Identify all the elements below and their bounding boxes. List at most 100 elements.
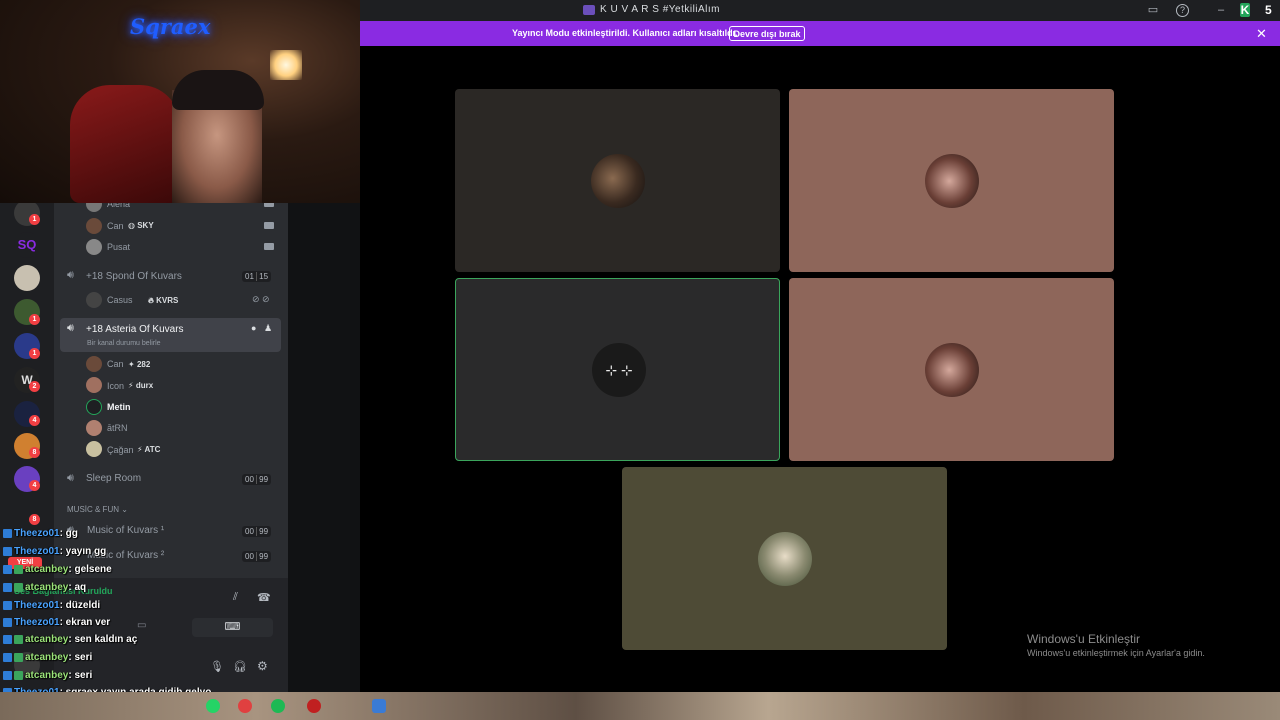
badge-icon	[14, 670, 23, 680]
participant-avatar	[925, 154, 979, 208]
k-icon[interactable]: K	[1240, 3, 1250, 17]
chat-icon[interactable]: ●	[251, 323, 256, 333]
user-avatar	[86, 292, 102, 308]
badge-icon	[3, 652, 12, 662]
disable-streamer-mode-button[interactable]: Devre dışı bırak	[729, 26, 805, 41]
voice-user-name[interactable]: Pusat	[107, 242, 130, 252]
user-avatar-speaking	[86, 399, 102, 415]
server-icon[interactable]	[14, 265, 40, 291]
user-tag-text: ATC	[144, 445, 161, 454]
activity-button[interactable]: ⌨	[192, 618, 273, 637]
speaker-icon: 🔊︎	[67, 472, 74, 484]
video-icon	[264, 222, 274, 229]
title-bar	[360, 0, 1280, 21]
disconnect-icon[interactable]: ☎	[257, 591, 271, 604]
chat-text: : seri	[68, 670, 93, 681]
chat-username: atcanbey	[25, 652, 69, 663]
participant-tile[interactable]	[789, 278, 1114, 461]
badge-icon	[14, 634, 23, 644]
count-current: 01	[245, 272, 254, 281]
badge-icon	[3, 670, 12, 680]
participant-tile[interactable]	[455, 89, 780, 272]
app-icon[interactable]	[307, 699, 321, 713]
chat-message: Theezo01: ekran ver	[3, 617, 110, 628]
chat-text: : düzeldi	[59, 600, 101, 611]
voice-user-name[interactable]: Casus	[107, 295, 133, 305]
chat-username: atcanbey	[25, 564, 69, 575]
mention-badge: 1	[29, 314, 40, 325]
chat-username: Theezo01	[14, 600, 60, 611]
voice-channel-sleep[interactable]: Sleep Room	[86, 473, 141, 484]
channel-count: 00 99	[242, 551, 272, 562]
voice-user-name[interactable]: Metin	[107, 402, 131, 412]
voice-user-name[interactable]: Icon	[107, 381, 124, 391]
voice-channel-asteria[interactable]: +18 Asteria Of Kuvars	[86, 324, 184, 335]
badge-icon	[3, 600, 12, 610]
windows-activation-title: Windows'u Etkinleştir	[1027, 632, 1140, 646]
chat-message: atcanbey: seri	[3, 670, 92, 681]
screen-share-icon[interactable]: ▭	[137, 620, 146, 631]
speaker-icon: 🔊︎	[67, 269, 74, 281]
chat-text: : gg	[59, 528, 78, 539]
voice-channel-music1[interactable]: Music of Kuvars ¹	[87, 525, 164, 536]
user-avatar	[86, 239, 102, 255]
count-limit: 15	[256, 272, 269, 281]
lamp	[270, 50, 302, 80]
participant-tile-speaking[interactable]: ⊹ ⊹	[455, 278, 780, 461]
chat-username: atcanbey	[25, 670, 69, 681]
voice-user-name[interactable]: Can	[107, 221, 124, 231]
mention-badge: 4	[29, 480, 40, 491]
chat-message: atcanbey: aq	[3, 582, 86, 593]
count-current: 00	[245, 475, 254, 484]
spotify-icon[interactable]	[271, 699, 285, 713]
noise-suppression-icon[interactable]: ⫽	[233, 591, 238, 604]
opera-icon[interactable]	[238, 699, 252, 713]
whatsapp-icon[interactable]	[206, 699, 220, 713]
chat-username: atcanbey	[25, 582, 69, 593]
speaker-icon: 🔊︎	[67, 322, 74, 334]
category-music[interactable]: MUSİC & FUN ⌄	[67, 505, 128, 514]
user-tag-text: KVRS	[156, 296, 179, 305]
server-icon[interactable]: SQ	[14, 232, 40, 258]
voice-channel-spond[interactable]: +18 Spond Of Kuvars	[86, 271, 182, 282]
taskbar	[0, 692, 1280, 720]
headphones-icon[interactable]: 🎧︎	[233, 660, 247, 673]
user-avatar	[86, 441, 102, 457]
chat-username: Theezo01	[14, 546, 60, 557]
voice-user-name[interactable]: ātRN	[107, 423, 128, 433]
invite-icon[interactable]: ♟	[264, 323, 272, 334]
minimize-icon[interactable]: –	[1214, 3, 1228, 17]
help-icon[interactable]: ?	[1176, 4, 1189, 17]
windows-activation-subtitle: Windows'u etkinleştirmek için Ayarlar'a …	[1027, 648, 1205, 658]
mention-badge: 1	[29, 348, 40, 359]
settings-gear-icon[interactable]: ⚙	[257, 659, 268, 673]
user-tag: ✦ 282	[128, 360, 151, 369]
category-label: MUSİC & FUN	[67, 505, 119, 514]
chat-text: : sen kaldın aç	[68, 634, 138, 645]
app-icon[interactable]	[372, 699, 386, 713]
chat-username: atcanbey	[25, 634, 69, 645]
user-tag: ◍ SKY	[128, 221, 154, 230]
participant-tile[interactable]	[789, 89, 1114, 272]
window-title: K U V A R S #YetkiliAlım	[600, 4, 721, 15]
participant-tile[interactable]	[622, 467, 947, 650]
channel-status[interactable]: Bir kanal durumu belirle	[87, 340, 161, 347]
user-tag-text: SKY	[137, 221, 154, 230]
gaming-chair	[70, 85, 180, 203]
mention-badge: 8	[29, 514, 40, 525]
voice-user-name[interactable]: Can	[107, 359, 124, 369]
chat-username: Theezo01	[14, 528, 60, 539]
close-banner-icon[interactable]: ✕	[1256, 26, 1267, 42]
chat-message: Theezo01: gg	[3, 528, 78, 539]
badge-icon	[14, 652, 23, 662]
badge-icon	[3, 634, 12, 644]
voice-user-name[interactable]: Çağan	[107, 445, 134, 455]
participant-avatar	[591, 154, 645, 208]
inbox-icon[interactable]: ▭	[1146, 3, 1160, 17]
chat-message: atcanbey: sen kaldın aç	[3, 634, 137, 645]
chat-text: : yayın gg	[59, 546, 107, 557]
count-limit: 99	[256, 475, 269, 484]
badge-icon	[14, 582, 23, 592]
video-icon	[264, 243, 274, 250]
microphone-icon[interactable]: 🎙︎	[210, 660, 224, 673]
